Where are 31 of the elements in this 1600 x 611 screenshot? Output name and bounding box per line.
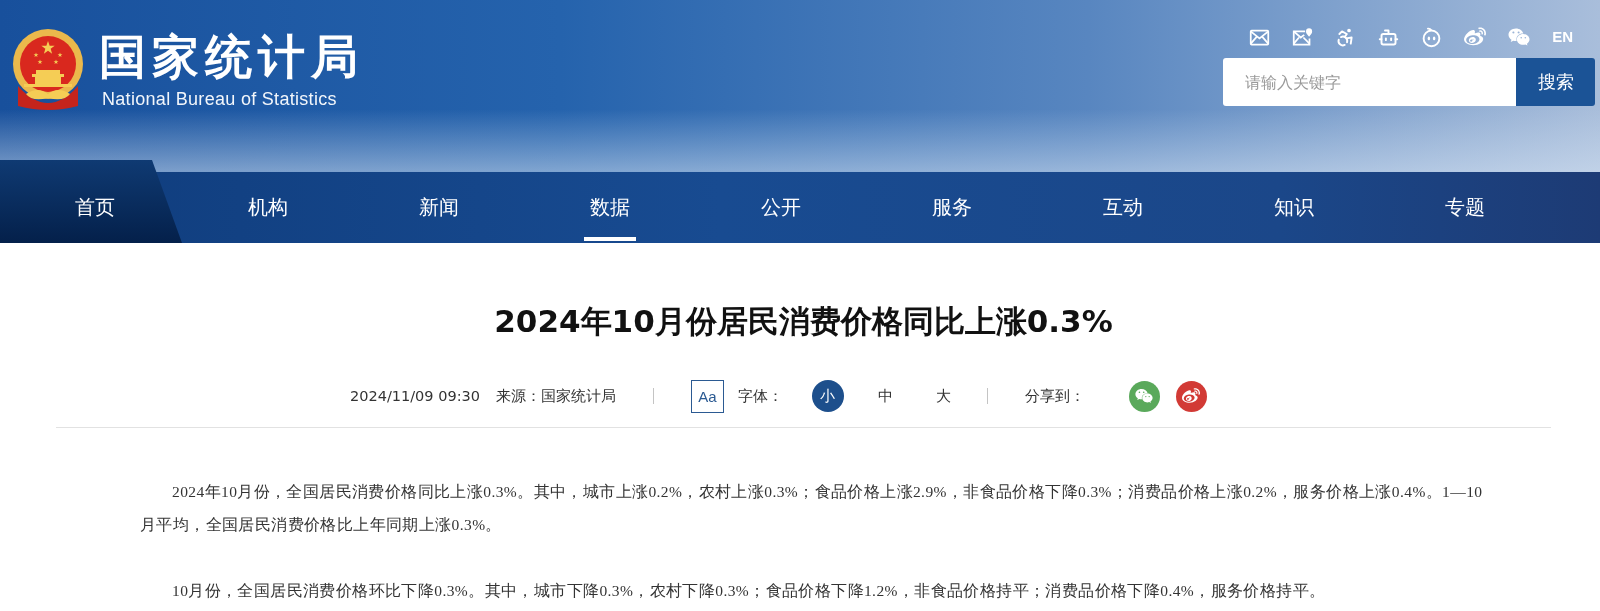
nav-tab[interactable]: 知识 (1208, 172, 1379, 243)
font-size-indicator: Aa (691, 379, 724, 413)
site-title: 国家统计局 (99, 33, 364, 81)
nav-tab[interactable]: 服务 (866, 172, 1037, 243)
publish-date: 2024/11/09 09:30 (350, 388, 480, 404)
site-subtitle: National Bureau of Statistics (102, 89, 338, 109)
face-icon[interactable] (1421, 26, 1443, 48)
search-button[interactable]: 搜索 (1516, 58, 1595, 106)
emblem-icon (10, 28, 86, 110)
font-size-option[interactable]: 中 (870, 380, 902, 412)
font-size-option[interactable]: 小 (812, 380, 844, 412)
weibo-icon[interactable] (1464, 26, 1487, 48)
article-paragraph: 10月份，全国居民消费价格环比下降0.3%。其中，城市下降0.3%，农村下降0.3%；食品价格下降1.2%，非食品价格持平；消费品价格下降0.4%，服务价格持平。 (171, 581, 1327, 601)
article-title: 2024年10月份居民消费价格同比上涨0.3% (493, 302, 1114, 341)
nav-tab[interactable]: 互动 (1037, 172, 1208, 243)
chat-bubbles-icon[interactable] (1508, 26, 1531, 48)
nav-tab[interactable]: 数据 (524, 172, 695, 243)
font-size-option[interactable]: 大 (928, 380, 960, 412)
weibo-share-icon[interactable] (1176, 380, 1207, 412)
chat-bubbles-share-icon[interactable] (1129, 380, 1160, 412)
search-field[interactable]: 请输入关键字 (1223, 58, 1516, 106)
nav-tab[interactable]: 公开 (695, 172, 866, 243)
share-label: 分享到： (1025, 386, 1085, 406)
mail-pin-icon[interactable] (1292, 26, 1314, 48)
nav-tab[interactable]: 专题 (1379, 172, 1550, 243)
nav-tab[interactable]: 机构 (182, 172, 353, 243)
source-text: 来源：国家统计局 (496, 386, 616, 406)
nav-tab[interactable]: 新闻 (353, 172, 524, 243)
font-size-label: 字体： (738, 386, 783, 406)
article-paragraph: 2024年10月份，全国居民消费价格同比上涨0.3%。其中，城市上涨0.2%，农村上涨0.3%；食品价格上涨2.9%，非食品价格下降0.3%；消费品价格上涨0.2%，服务价格上涨0.4%。1—10月平均，全国居民消费价格比上年同期上涨0.3%。 (140, 482, 1484, 535)
home-tab[interactable]: 首页 (0, 160, 182, 243)
